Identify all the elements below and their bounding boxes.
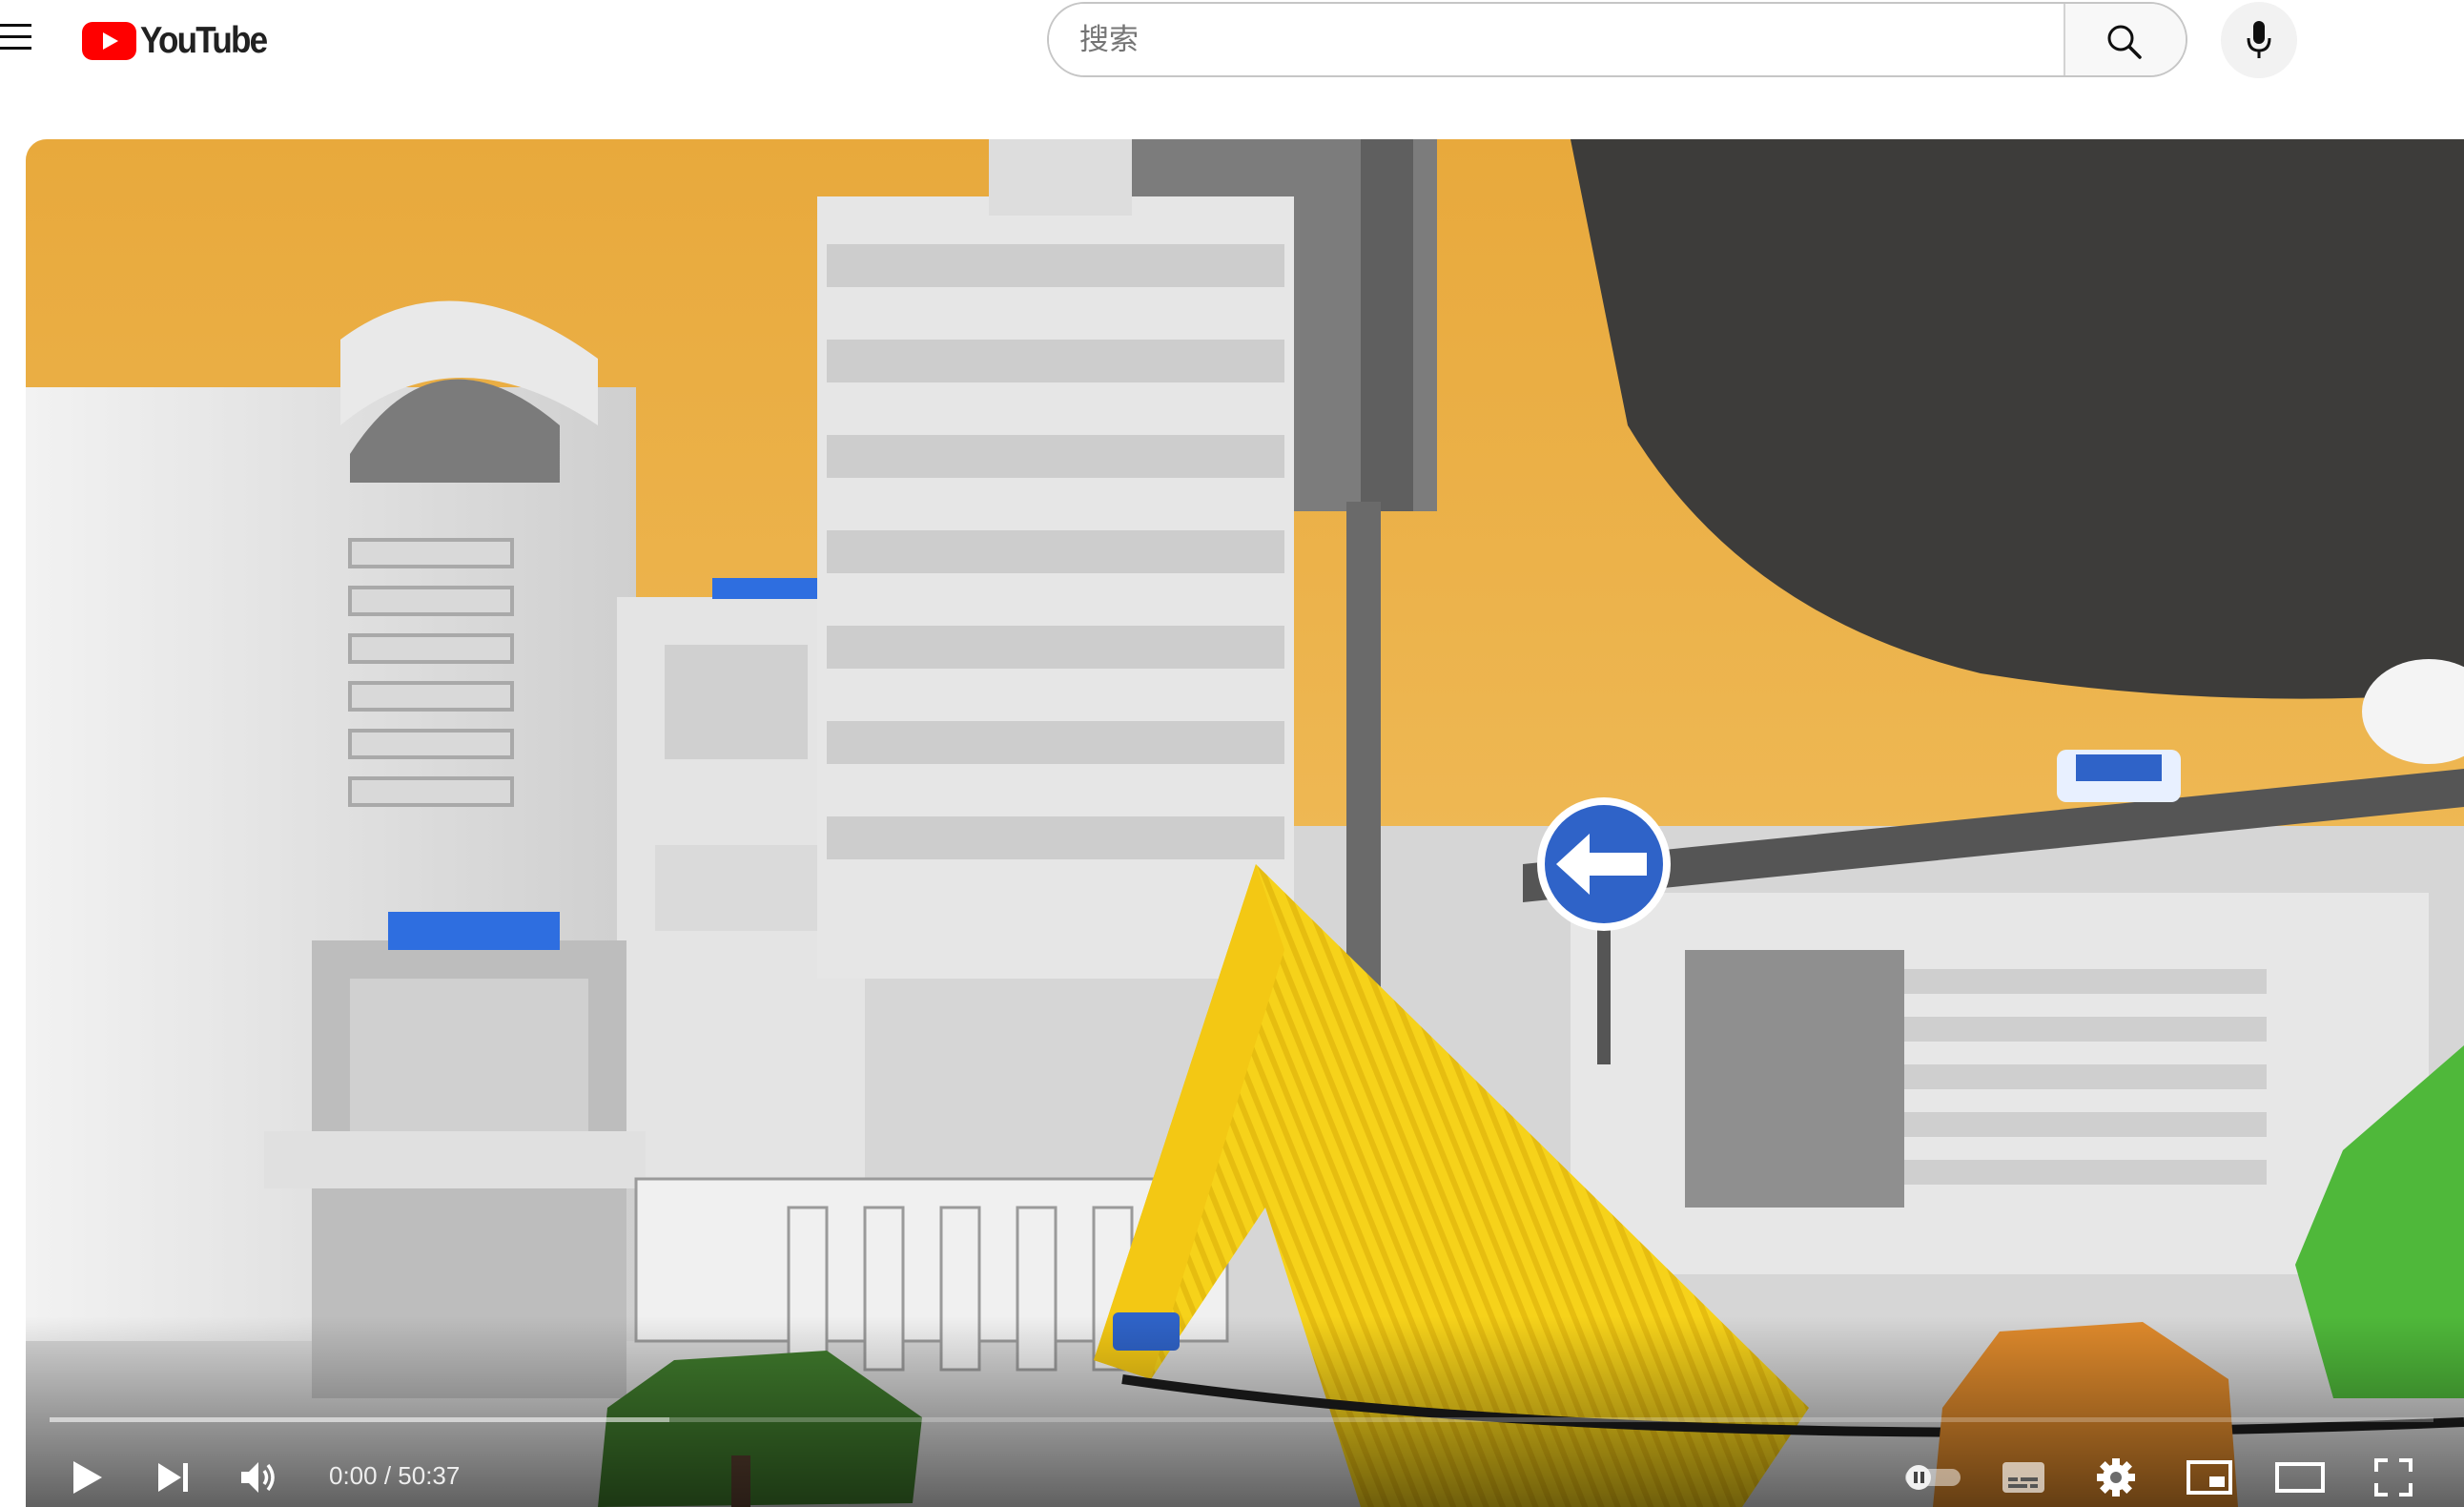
video-player[interactable]: 0:00 / 50:37 (26, 139, 2464, 1507)
search-icon (2107, 25, 2142, 59)
video-frame[interactable] (26, 139, 2464, 1507)
fullscreen-icon (2374, 1458, 2413, 1497)
voice-search-button[interactable] (2221, 2, 2297, 78)
volume-icon (241, 1462, 275, 1493)
miniplayer-button[interactable] (2176, 1444, 2243, 1507)
play-icon (73, 1461, 102, 1494)
theater-mode-button[interactable] (2267, 1444, 2333, 1507)
play-button[interactable] (54, 1444, 121, 1507)
search-bar (1047, 2, 2187, 77)
logo-text: YouTube (140, 19, 268, 61)
time-display: 0:00 / 50:37 (329, 1461, 461, 1490)
progress-bar[interactable] (50, 1417, 2433, 1422)
youtube-play-logo-icon (82, 21, 136, 60)
miniplayer-icon (2187, 1460, 2232, 1495)
mute-button[interactable] (226, 1444, 293, 1507)
autoplay-toggle[interactable] (1899, 1444, 1966, 1507)
buffered-bar (50, 1417, 669, 1422)
settings-button[interactable] (2083, 1444, 2149, 1507)
youtube-logo[interactable]: YouTube (82, 19, 280, 62)
subtitles-button[interactable] (1990, 1444, 2057, 1507)
microphone-icon (2247, 21, 2271, 58)
theater-mode-icon (2275, 1462, 2325, 1493)
search-button[interactable] (2064, 4, 2186, 75)
skip-next-icon (158, 1463, 188, 1492)
subtitles-icon (2002, 1462, 2044, 1493)
menu-button[interactable] (0, 24, 32, 52)
autoplay-toggle-icon (1905, 1465, 1961, 1490)
fullscreen-button[interactable] (2360, 1444, 2427, 1507)
search-input[interactable] (1049, 4, 2064, 75)
gear-icon (2097, 1458, 2135, 1497)
next-button[interactable] (140, 1444, 207, 1507)
